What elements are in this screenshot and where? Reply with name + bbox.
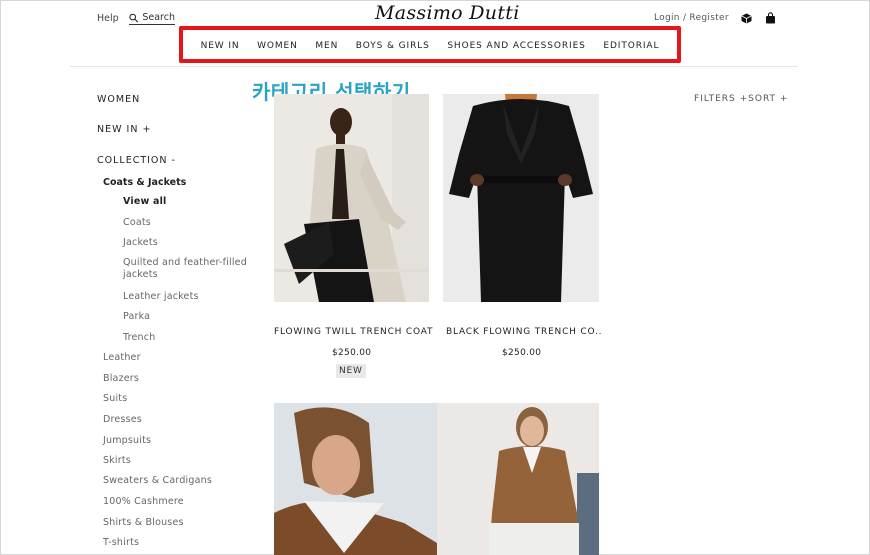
product-price: $250.00 [332,348,372,358]
product-image[interactable] [274,94,429,302]
bag-icon[interactable] [765,12,776,24]
sidebar-sub-leather-jackets[interactable]: Leather jackets [123,291,253,303]
new-badge: NEW [336,364,366,378]
sidebar-sub-view-all[interactable]: View all [123,196,253,208]
nav-new-in[interactable]: NEW IN [201,41,240,51]
product-photo-model-suede-trench-seated [437,403,599,555]
sidebar-cat-leather[interactable]: Leather [103,352,141,363]
product-name[interactable]: BLACK FLOWING TRENCH CO... [446,327,602,337]
header-divider [70,66,798,67]
sidebar-cat-sweaters[interactable]: Sweaters & Cardigans [103,475,212,486]
product-photo-model-suede-jacket-closeup [274,403,437,555]
sidebar-cat-suits[interactable]: Suits [103,393,127,404]
box-icon[interactable] [741,13,752,24]
nav-boys-girls[interactable]: BOYS & GIRLS [356,41,430,51]
sidebar-sub-jackets[interactable]: Jackets [123,237,253,249]
sidebar-sub-trench[interactable]: Trench [123,332,253,344]
sidebar-women[interactable]: WOMEN [97,94,140,105]
sidebar-cat-blazers[interactable]: Blazers [103,373,139,384]
nav-editorial[interactable]: EDITORIAL [603,41,659,51]
filters-sort-button[interactable]: FILTERS +SORT + [694,94,788,104]
nav-men[interactable]: MEN [315,41,338,51]
sidebar-cat-tshirts[interactable]: T-shirts [103,537,139,548]
product-image[interactable] [437,403,599,555]
sidebar-coats-jackets[interactable]: Coats & Jackets [103,177,186,188]
sidebar-cat-jumpsuits[interactable]: Jumpsuits [103,435,151,446]
sidebar-cat-shirts[interactable]: Shirts & Blouses [103,517,184,528]
sidebar-new-in[interactable]: NEW IN + [97,124,151,135]
sidebar-cat-skirts[interactable]: Skirts [103,455,131,466]
login-register-link[interactable]: Login / Register [654,13,729,23]
nav-shoes-accessories[interactable]: SHOES AND ACCESSORIES [447,41,585,51]
help-link[interactable]: Help [97,13,119,24]
sidebar-collection[interactable]: COLLECTION - [97,155,176,166]
product-name[interactable]: FLOWING TWILL TRENCH COAT [274,327,434,337]
brand-logo[interactable]: Massimo Dutti [375,2,520,24]
search-icon [129,13,139,22]
search-field[interactable]: Search [129,12,175,25]
product-price: $250.00 [502,348,542,358]
sidebar-cat-cashmere[interactable]: 100% Cashmere [103,496,184,507]
sidebar-sub-coats[interactable]: Coats [123,217,253,229]
sidebar-sub-parka[interactable]: Parka [123,311,253,323]
sidebar-cat-dresses[interactable]: Dresses [103,414,142,425]
product-image[interactable] [443,94,599,302]
product-photo-model-beige-trench [274,94,429,302]
sidebar-sub-quilted[interactable]: Quilted and feather-filled jackets [123,257,253,281]
category-nav-highlight: NEW IN WOMEN MEN BOYS & GIRLS SHOES AND … [179,26,681,63]
category-nav: NEW IN WOMEN MEN BOYS & GIRLS SHOES AND … [183,30,677,59]
product-image[interactable] [274,403,437,555]
nav-women[interactable]: WOMEN [257,41,298,51]
product-photo-model-black-trench [443,94,599,302]
search-label: Search [142,12,175,23]
